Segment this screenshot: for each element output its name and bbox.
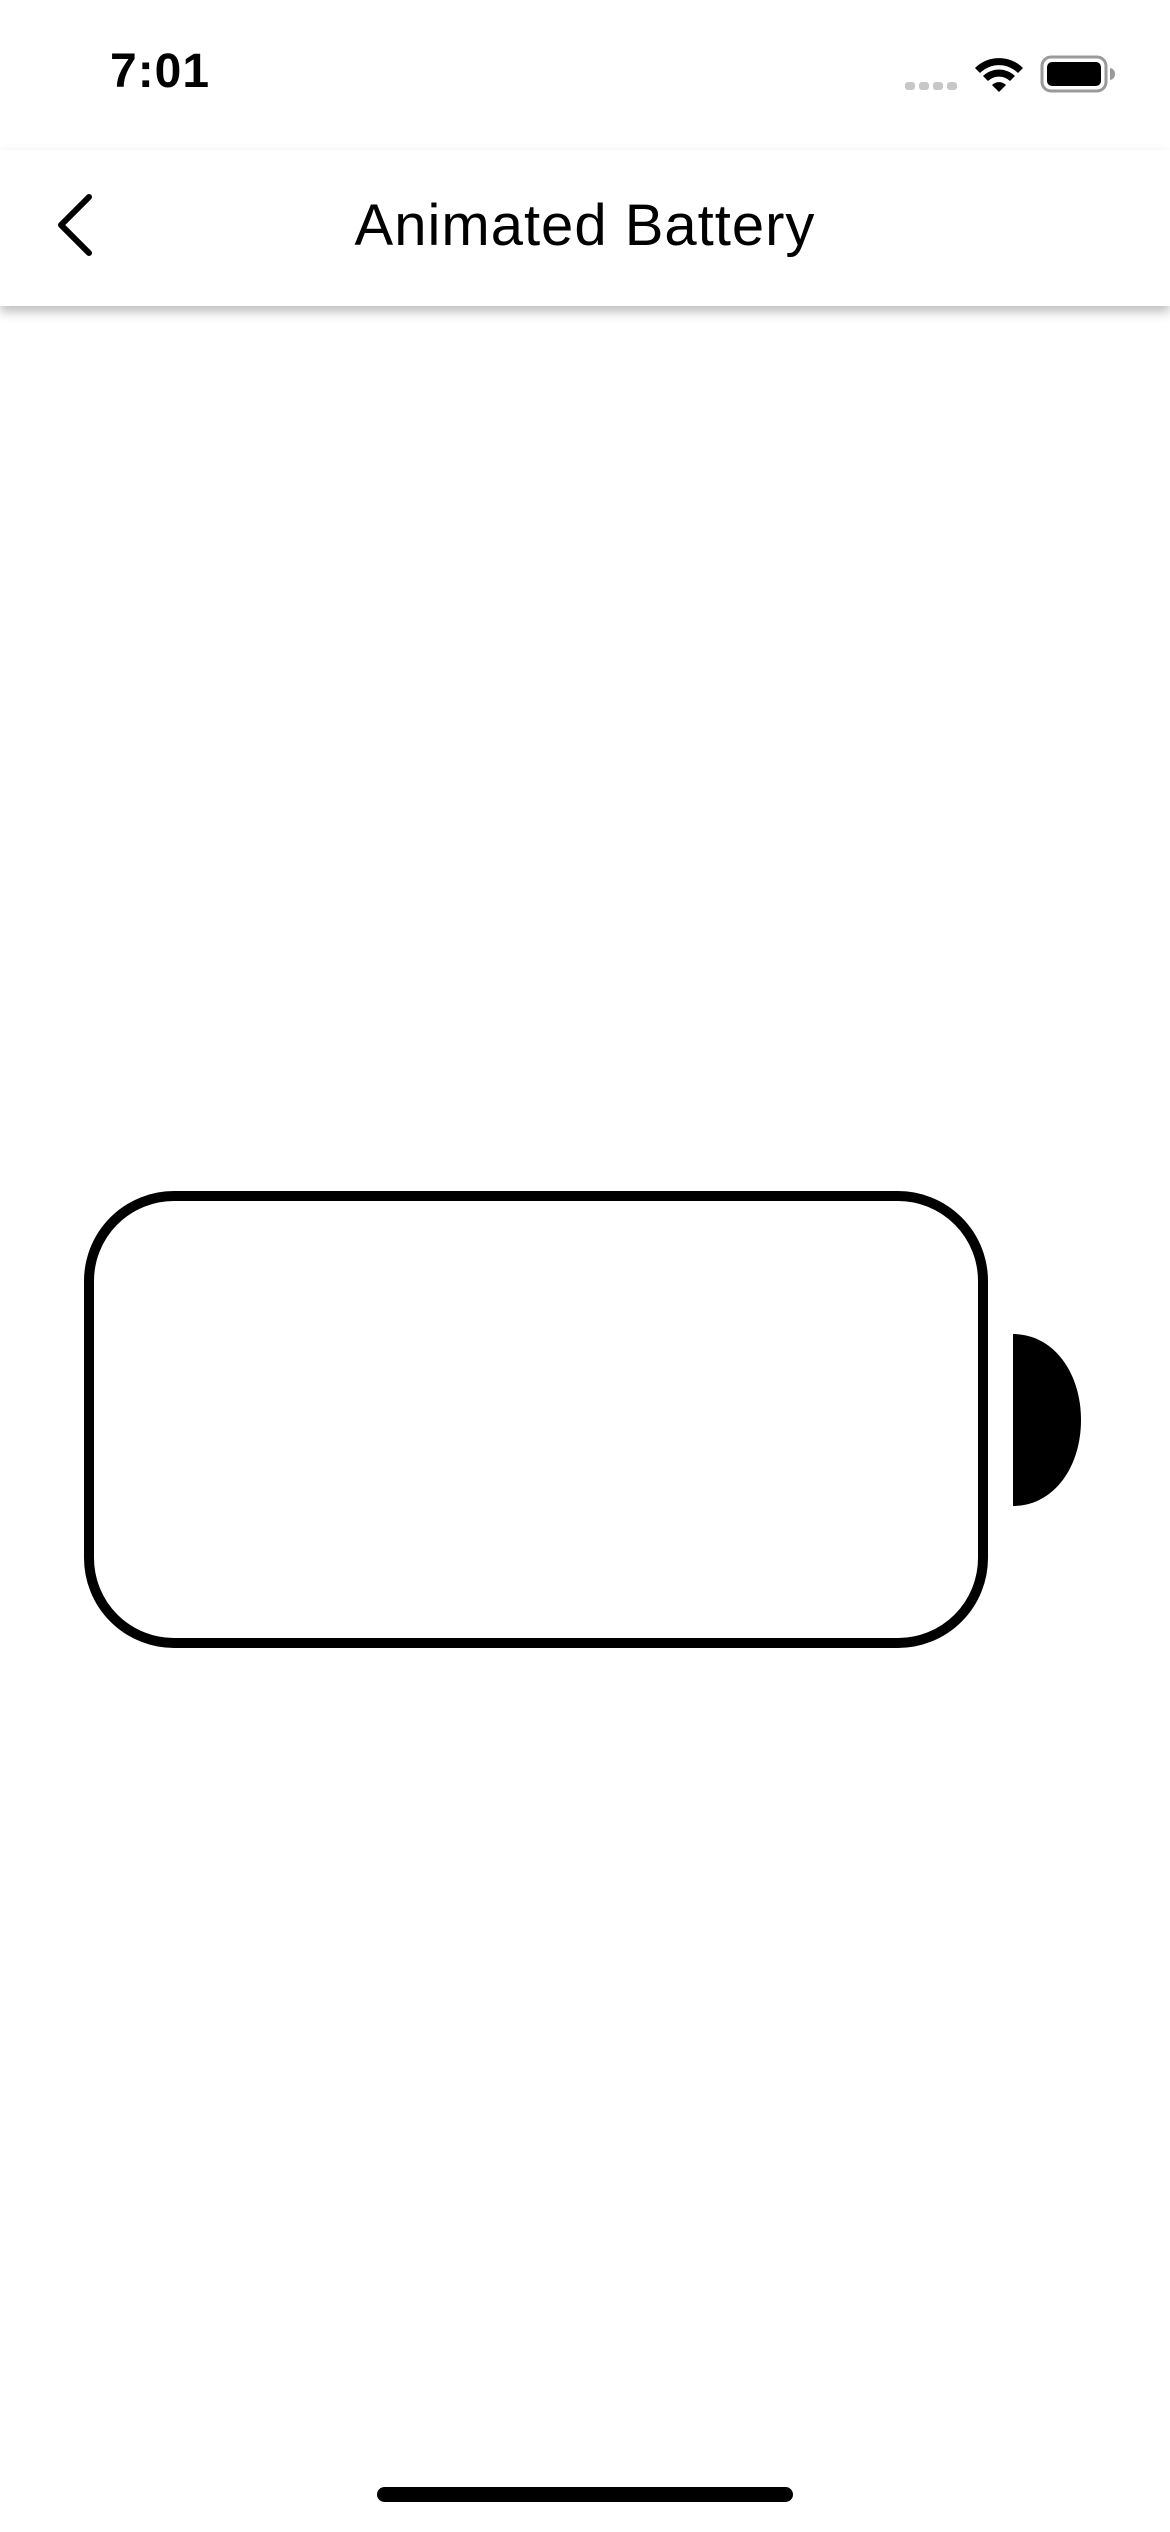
- home-indicator[interactable]: [377, 2487, 793, 2502]
- battery-body: [84, 1191, 988, 1648]
- wifi-icon: [975, 58, 1023, 92]
- navigation-bar: Animated Battery: [0, 150, 1170, 306]
- battery-icon: [1040, 55, 1115, 93]
- status-time: 7:01: [110, 45, 211, 98]
- battery-terminal-cap: [1013, 1334, 1081, 1506]
- status-bar: 7:01: [0, 0, 1170, 150]
- page-title: Animated Battery: [354, 193, 816, 258]
- cellular-signal-icon: [905, 82, 957, 90]
